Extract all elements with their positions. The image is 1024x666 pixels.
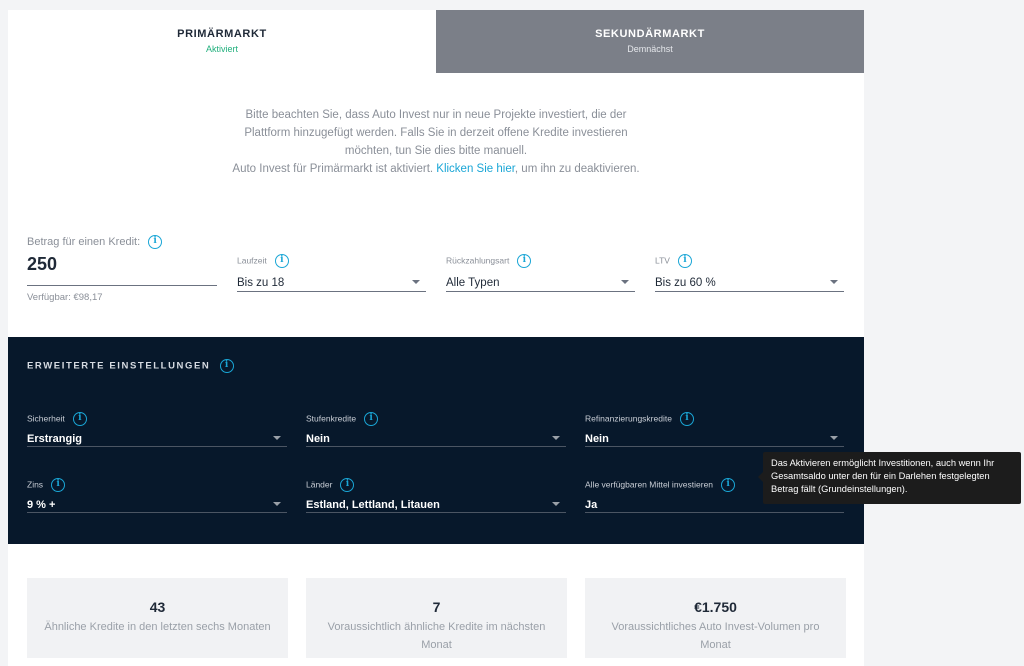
stat-description: Ähnliche Kredite in den letzten sechs Mo…: [44, 621, 271, 633]
amount-input[interactable]: 250: [27, 254, 217, 286]
info-icon[interactable]: i: [340, 478, 355, 492]
chevron-down-icon: [552, 502, 560, 506]
chevron-down-icon: [621, 280, 629, 284]
tab-title: PRIMÄRMARKT: [177, 28, 267, 40]
security-label-text: Sicherheit: [27, 413, 65, 424]
amount-label-text: Betrag für einen Kredit:: [27, 235, 141, 248]
interest-label-text: Zins: [27, 479, 44, 490]
auto-invest-panel: PRIMÄRMARKT Aktiviert SEKUNDÄRMARKT Demn…: [8, 10, 864, 666]
info-icon[interactable]: i: [364, 412, 379, 426]
interest-value: 9 % +: [27, 499, 56, 511]
countries-value: Estland, Lettland, Litauen: [306, 499, 440, 511]
info-icon[interactable]: i: [517, 254, 532, 268]
term-label: Laufzeit i: [237, 254, 289, 268]
refinancing-label: Refinanzierungskredite i: [585, 412, 694, 426]
term-select[interactable]: Laufzeit i Bis zu 18: [237, 254, 426, 292]
refinancing-label-text: Refinanzierungskredite: [585, 413, 672, 424]
notice-status-suffix: , um ihn zu deaktivieren.: [514, 163, 640, 175]
invest-all-label-text: Alle verfügbaren Mittel investieren: [585, 479, 714, 490]
tab-secondary-market[interactable]: SEKUNDÄRMARKT Demnächst: [436, 10, 864, 73]
info-icon[interactable]: i: [274, 254, 289, 268]
countries-select[interactable]: Länder i Estland, Lettland, Litauen: [306, 478, 566, 513]
info-icon[interactable]: i: [148, 235, 163, 249]
security-value: Erstrangig: [27, 433, 83, 445]
chevron-down-icon: [412, 280, 420, 284]
term-value: Bis zu 18: [237, 277, 285, 289]
advanced-settings-section: ERWEITERTE EINSTELLUNGEN i Sicherheit i Er…: [8, 337, 864, 544]
tab-status: Aktiviert: [205, 44, 238, 54]
tiered-label: Stufenkredite i: [306, 412, 379, 426]
term-label-text: Laufzeit: [237, 255, 267, 266]
auto-invest-notice: Bitte beachten Sie, dass Auto Invest nur…: [222, 106, 650, 178]
security-select[interactable]: Sicherheit i Erstrangig: [27, 412, 287, 447]
repayment-label-text: Rückzahlungsart: [446, 255, 510, 266]
info-icon[interactable]: i: [72, 412, 87, 426]
info-icon[interactable]: i: [220, 359, 235, 373]
chevron-down-icon: [830, 280, 838, 284]
stat-value: 43: [149, 599, 166, 615]
ltv-value: Bis zu 60 %: [655, 277, 716, 289]
chevron-down-icon: [830, 436, 838, 440]
tab-primary-market[interactable]: PRIMÄRMARKT Aktiviert: [8, 10, 436, 73]
stat-value: €1.750: [694, 599, 737, 615]
ltv-select[interactable]: LTV i Bis zu 60 %: [655, 254, 844, 292]
repayment-label: Rückzahlungsart i: [446, 254, 532, 268]
info-icon[interactable]: i: [721, 478, 736, 492]
interest-select[interactable]: Zins i 9 % +: [27, 478, 287, 513]
tiered-loans-select[interactable]: Stufenkredite i Nein: [306, 412, 566, 447]
tiered-label-text: Stufenkredite: [306, 413, 357, 424]
tab-title: SEKUNDÄRMARKT: [595, 28, 705, 40]
deactivate-link[interactable]: Klicken Sie hier: [436, 163, 515, 175]
stat-value: 7: [432, 599, 441, 615]
countries-label: Länder i: [306, 478, 355, 492]
advanced-title-text: ERWEITERTE EINSTELLUNGEN: [27, 360, 211, 372]
info-icon[interactable]: i: [677, 254, 692, 268]
security-label: Sicherheit i: [27, 412, 87, 426]
tooltip-arrow: [758, 472, 763, 482]
ltv-label: LTV i: [655, 254, 692, 268]
notice-text: Bitte beachten Sie, dass Auto Invest nur…: [244, 109, 628, 157]
advanced-settings-title: ERWEITERTE EINSTELLUNGEN i: [27, 359, 235, 373]
invest-all-value: Ja: [585, 499, 598, 511]
stat-card-expected-loans: 7 Voraussichtlich ähnliche Kredite im nä…: [306, 578, 567, 658]
available-balance: Verfügbar: €98,17: [27, 292, 103, 303]
tiered-value: Nein: [306, 433, 330, 445]
ltv-label-text: LTV: [655, 255, 670, 266]
refinancing-loans-select[interactable]: Refinanzierungskredite i Nein: [585, 412, 844, 447]
amount-label: Betrag für einen Kredit: i: [27, 235, 163, 249]
chevron-down-icon: [273, 502, 281, 506]
tooltip-text: Das Aktivieren ermöglicht Investitionen,…: [771, 458, 995, 494]
notice-status-text: Auto Invest für Primärmarkt ist aktivier…: [232, 163, 437, 175]
stat-card-expected-volume: €1.750 Voraussichtliches Auto Invest-Vol…: [585, 578, 846, 658]
chevron-down-icon: [552, 436, 560, 440]
stat-description: Voraussichtlich ähnliche Kredite im näch…: [327, 621, 546, 651]
stat-description: Voraussichtliches Auto Invest-Volumen pr…: [611, 621, 820, 651]
stat-card-similar-loans: 43 Ähnliche Kredite in den letzten sechs…: [27, 578, 288, 658]
repayment-value: Alle Typen: [446, 277, 500, 289]
chevron-down-icon: [273, 436, 281, 440]
interest-label: Zins i: [27, 478, 66, 492]
refinancing-value: Nein: [585, 433, 609, 445]
invest-all-tooltip: Das Aktivieren ermöglicht Investitionen,…: [758, 452, 1021, 504]
invest-all-label: Alle verfügbaren Mittel investieren i: [585, 478, 736, 492]
info-icon[interactable]: i: [679, 412, 694, 426]
repayment-type-select[interactable]: Rückzahlungsart i Alle Typen: [446, 254, 635, 292]
info-icon[interactable]: i: [51, 478, 66, 492]
countries-label-text: Länder: [306, 479, 333, 490]
tab-status: Demnächst: [627, 44, 673, 54]
